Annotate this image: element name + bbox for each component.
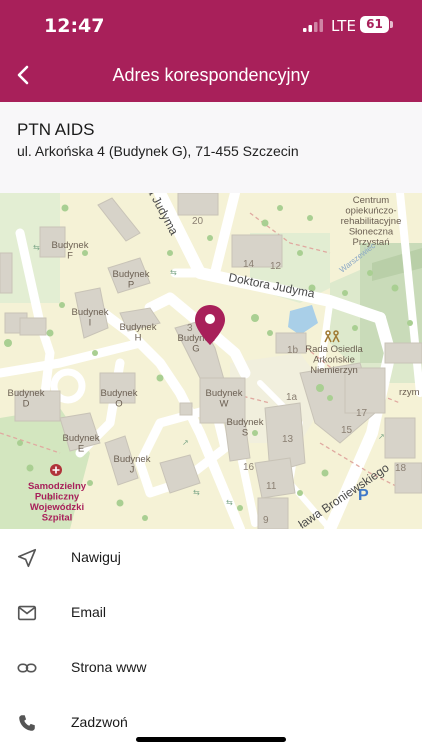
svg-text:⇆: ⇆ (193, 488, 200, 497)
svg-text:17: 17 (356, 408, 368, 419)
battery-icon: 61 (360, 16, 389, 33)
svg-text:⇆: ⇆ (33, 243, 40, 252)
navigate-label: Nawiguj (71, 549, 121, 565)
place-name: PTN AIDS (17, 120, 95, 139)
map-view[interactable]: P ⇆ ⇆ ⇆ ⇆ ↗ ↗ Budynek F Budynek P Budynek I Bud… (0, 193, 422, 529)
email-action[interactable]: Email (0, 584, 422, 639)
battery-tip (390, 21, 393, 28)
map-canvas[interactable]: P ⇆⇆⇆ ⇆↗↗ Budynek F Budynek P Budynek I Bud… (0, 193, 422, 529)
svg-text:15: 15 (341, 425, 353, 436)
svg-text:⇆: ⇆ (170, 268, 177, 277)
call-label: Zadzwoń (71, 714, 128, 730)
home-indicator (136, 737, 286, 742)
navigate-action[interactable]: Nawiguj (0, 529, 422, 584)
map-label-rada: Rada Osiedla Arkońskie Niemierzyn (305, 344, 363, 376)
app-header: 12:47 LTE 61 Adres korespondencyjny (0, 0, 422, 102)
svg-text:↗: ↗ (182, 438, 189, 447)
place-address: ul. Arkońska 4 (Budynek G), 71-455 Szcze… (17, 143, 299, 159)
status-time: 12:47 (44, 15, 105, 37)
navigation-arrow-icon (17, 548, 37, 568)
email-label: Email (71, 604, 107, 620)
action-list: Nawiguj Email Strona www Zadzwoń (0, 529, 422, 749)
phone-icon (19, 715, 35, 731)
svg-text:↗: ↗ (378, 432, 385, 441)
link-icon (17, 663, 37, 673)
envelope-icon (17, 605, 37, 621)
place-info: PTN AIDS ul. Arkońska 4 (Budynek G), 71-… (0, 102, 422, 193)
svg-text:18: 18 (395, 463, 407, 474)
svg-text:1b: 1b (287, 345, 299, 356)
svg-text:9: 9 (263, 515, 269, 526)
svg-text:3: 3 (187, 323, 193, 334)
svg-text:14: 14 (243, 259, 255, 270)
svg-text:20: 20 (192, 216, 204, 227)
svg-text:1a: 1a (286, 392, 298, 403)
status-bar: 12:47 LTE 61 (0, 0, 422, 50)
svg-text:13: 13 (282, 434, 294, 445)
cellular-signal-icon (303, 19, 323, 32)
svg-text:16: 16 (243, 462, 255, 473)
svg-text:⇆: ⇆ (226, 498, 233, 507)
website-action[interactable]: Strona www (0, 639, 422, 694)
website-label: Strona www (71, 659, 147, 675)
svg-text:12: 12 (270, 261, 282, 272)
map-label-rzym: rzym (399, 387, 420, 398)
network-type: LTE (331, 17, 356, 35)
svg-text:11: 11 (266, 481, 277, 492)
page-title: Adres korespondencyjny (112, 65, 310, 85)
navigation-bar: Adres korespondencyjny (0, 50, 422, 102)
